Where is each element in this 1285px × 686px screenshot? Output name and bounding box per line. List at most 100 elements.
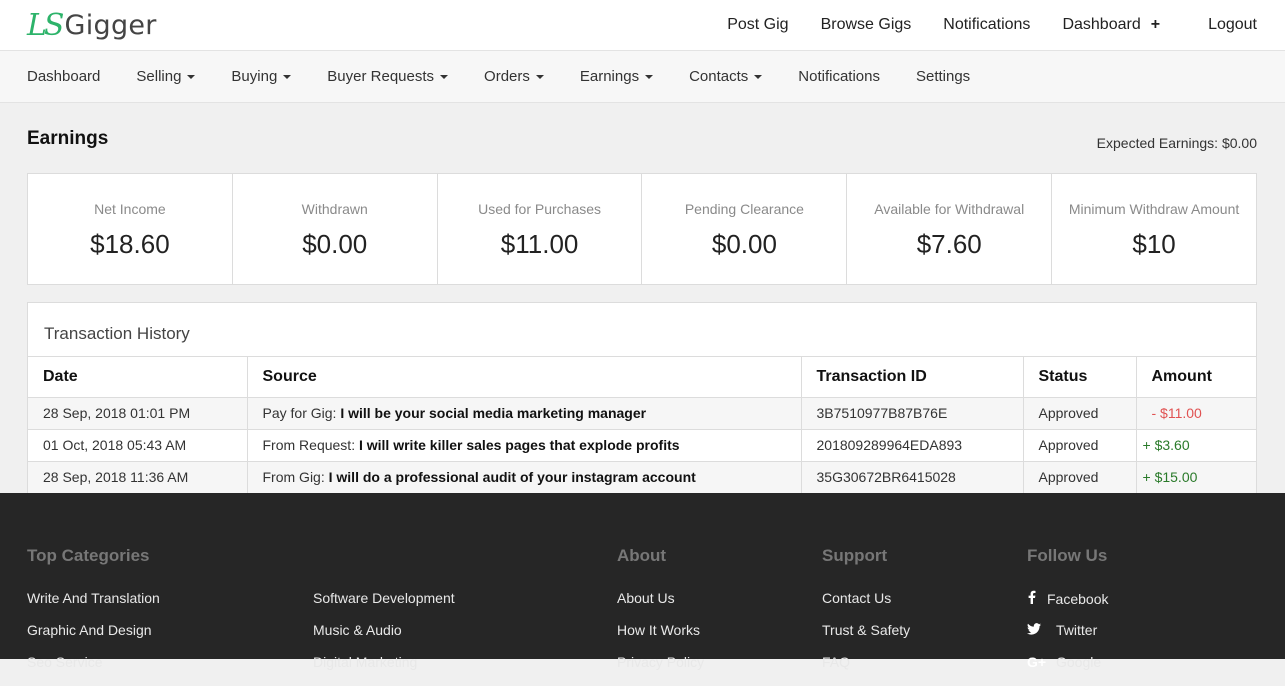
caret-down-icon [440,74,449,79]
caret-down-icon [283,74,292,79]
footer-link[interactable]: About Us [617,590,704,622]
subnav-label: Buyer Requests [327,68,435,85]
stat-available-for-withdrawal: Available for Withdrawal $7.60 [847,174,1053,284]
nav-notifications[interactable]: Notifications [943,16,1030,34]
subnav-orders[interactable]: Orders [484,68,544,85]
table-row: 28 Sep, 2018 11:36 AM From Gig: I will d… [28,461,1256,494]
footer-heading: About [617,546,667,565]
footer-link[interactable]: Software Development [313,590,455,622]
logo-name: Gigger [64,9,157,41]
footer-about: About About Us How It Works Privacy Poli… [617,546,704,686]
cell-transaction-id: 35G30672BR6415028 [801,461,1024,494]
footer: Top Categories Write And Translation Gra… [0,493,1285,670]
stat-value: $18.60 [90,229,170,259]
column-header-status: Status [1023,357,1137,398]
source-prefix: From Gig: [262,469,325,485]
nav-dashboard[interactable]: Dashboard + [1062,16,1160,34]
cell-source: From Request: I will write killer sales … [247,429,802,462]
subnav-dashboard[interactable]: Dashboard [27,68,100,85]
cell-date: 28 Sep, 2018 11:36 AM [28,461,248,494]
footer-social-facebook[interactable]: Facebook [1027,590,1108,622]
column-header-transaction-id: Transaction ID [801,357,1024,398]
table-header-row: Date Source Transaction ID Status Amount [28,357,1256,398]
logo[interactable]: LS Gigger [27,8,157,43]
subnav-buyer-requests[interactable]: Buyer Requests [327,68,449,85]
source-prefix: From Request: [262,437,356,453]
top-nav: Post Gig Browse Gigs Notifications Dashb… [695,0,1257,50]
footer-heading: Follow Us [1027,546,1108,565]
transaction-history-title: Transaction History [28,303,1256,357]
footer-top-categories: Top Categories Write And Translation Gra… [27,546,160,686]
footer-link[interactable]: Trust & Safety [822,622,910,654]
stat-withdrawn: Withdrawn $0.00 [233,174,438,284]
logout-button[interactable]: Logout [1208,16,1257,34]
footer-heading: Support [822,546,888,565]
subnav-settings[interactable]: Settings [916,68,970,85]
caret-down-icon [535,74,544,79]
stat-net-income: Net Income $18.60 [28,174,233,284]
subnav-label: Notifications [798,68,880,85]
cell-transaction-id: 201809289964EDA893 [801,429,1024,462]
google-plus-icon: G+ [1027,654,1047,670]
stat-minimum-withdraw: Minimum Withdraw Amount $10 [1052,174,1256,284]
nav-browse-gigs[interactable]: Browse Gigs [821,16,912,34]
source-title-link[interactable]: I will do a professional audit of your i… [329,469,696,485]
footer-link[interactable]: Music & Audio [313,622,455,654]
footer-follow-us: Follow Us Facebook Twitter G+ Google [1027,546,1108,686]
table-row: 28 Sep, 2018 01:01 PM Pay for Gig: I wil… [28,397,1256,430]
column-header-source: Source [247,357,802,398]
nav-dashboard-label: Dashboard [1062,16,1141,33]
social-label: Facebook [1047,591,1109,607]
column-header-date: Date [28,357,248,398]
caret-down-icon [645,74,654,79]
cell-status: Approved [1023,397,1137,430]
stat-label: Pending Clearance [684,201,804,217]
top-header: LS Gigger Post Gig Browse Gigs Notificat… [0,0,1285,51]
cell-date: 01 Oct, 2018 05:43 AM [28,429,248,462]
column-header-amount: Amount [1136,357,1256,398]
stat-value: $0.00 [302,229,368,259]
stat-value: $0.00 [711,229,777,259]
sub-nav: Dashboard Selling Buying Buyer Requests … [0,51,1285,103]
nav-post-gig[interactable]: Post Gig [727,16,788,34]
cell-status: Approved [1023,429,1137,462]
cell-status: Approved [1023,461,1137,494]
subnav-label: Buying [231,68,278,85]
footer-heading-spacer [313,546,455,566]
cell-amount: + $15.00 [1136,461,1256,494]
source-title-link[interactable]: I will be your social media marketing ma… [340,405,646,421]
transaction-history: Transaction History Date Source Transact… [27,302,1257,495]
plus-icon: + [1150,16,1161,33]
footer-support: Support Contact Us Trust & Safety FAQ [822,546,910,686]
subnav-notifications[interactable]: Notifications [798,68,880,85]
social-label: Twitter [1056,622,1098,638]
subnav-label: Dashboard [27,68,101,85]
footer-link[interactable]: How It Works [617,622,704,654]
footer-link[interactable]: Graphic And Design [27,622,160,654]
subnav-contacts[interactable]: Contacts [689,68,763,85]
page-title: Earnings [27,128,109,149]
stat-label: Minimum Withdraw Amount [1068,201,1240,217]
cell-source: Pay for Gig: I will be your social media… [247,397,802,430]
subnav-label: Orders [484,68,530,85]
subnav-earnings[interactable]: Earnings [580,68,654,85]
earnings-stats: Net Income $18.60 Withdrawn $0.00 Used f… [27,173,1257,285]
stat-label: Net Income [94,201,166,217]
facebook-icon [1027,590,1047,607]
transaction-table: Date Source Transaction ID Status Amount… [28,357,1256,494]
stat-label: Available for Withdrawal [874,201,1025,217]
footer-heading: Top Categories [27,546,150,565]
source-title-link[interactable]: I will write killer sales pages that exp… [359,437,680,453]
subnav-buying[interactable]: Buying [231,68,292,85]
cell-amount: - $11.00 [1136,397,1256,430]
footer-link[interactable]: Write And Translation [27,590,160,622]
footer-link[interactable]: Contact Us [822,590,910,622]
stat-value: $10 [1132,229,1176,259]
stat-value: $11.00 [500,229,579,259]
footer-social-twitter[interactable]: Twitter [1027,622,1108,654]
cell-amount: + $3.60 [1136,429,1256,462]
subnav-selling[interactable]: Selling [136,68,196,85]
caret-down-icon [754,74,763,79]
twitter-icon [1027,622,1056,638]
stat-label: Withdrawn [301,201,368,217]
